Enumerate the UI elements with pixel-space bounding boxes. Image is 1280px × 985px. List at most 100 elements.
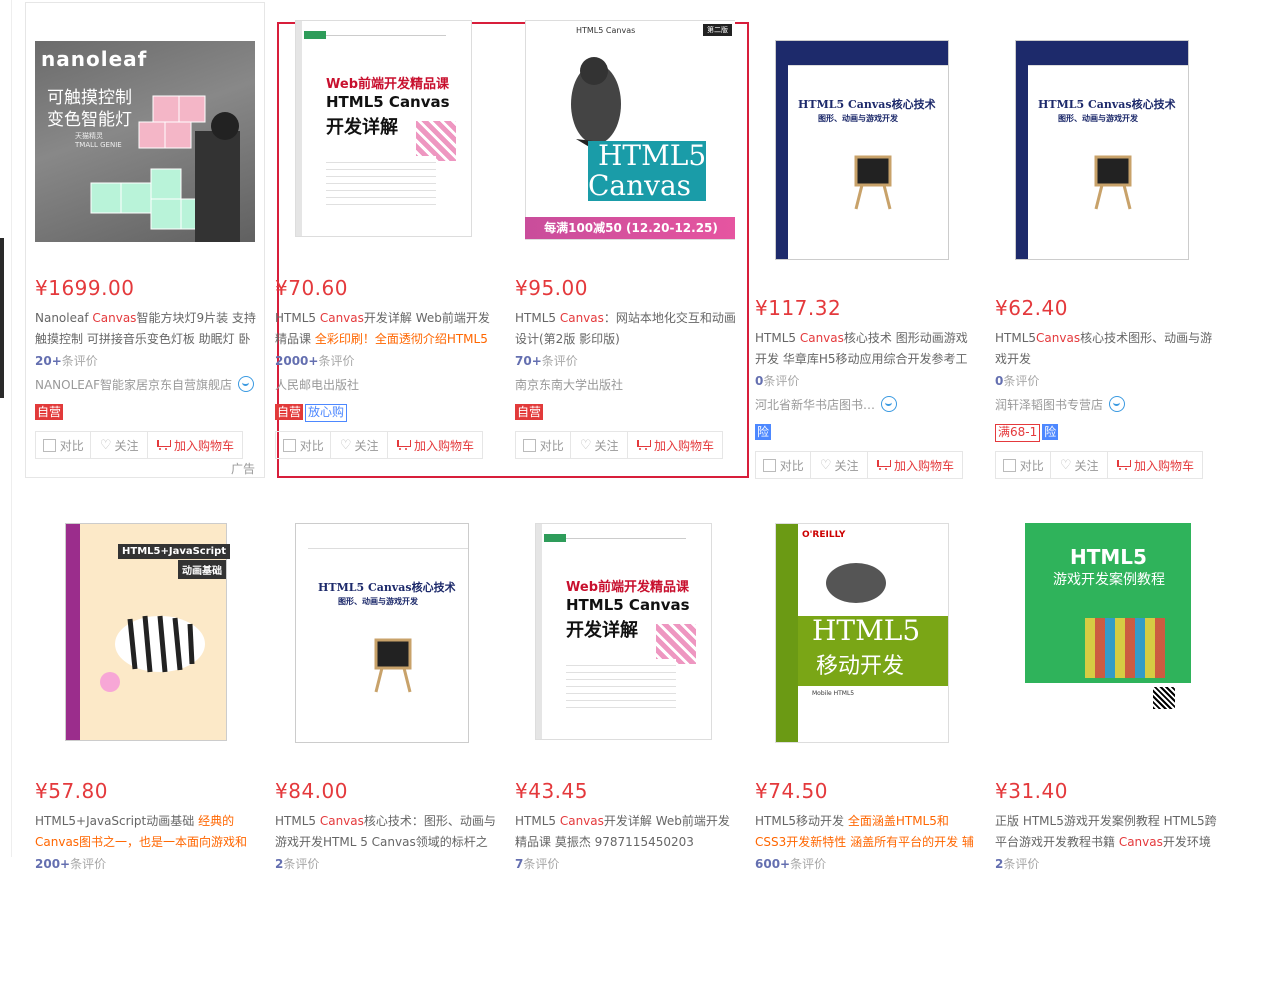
follow-label: 关注 [354,438,379,453]
keyword-highlight: Canvas [799,331,844,345]
add-to-cart-button[interactable]: 加入购物车 [388,432,482,458]
product-card[interactable]: nanoleaf 可触摸控制 变色智能灯 天猫精灵 TMALL GENIE ¥1… [25,2,265,478]
product-card-content: Web前端开发精品课 HTML5 Canvas 开发详解 ¥43.45 HTML… [505,505,745,985]
add-to-cart-button[interactable]: 加入购物车 [628,432,722,458]
cover-title-2: 游戏开发案例教程 [1053,572,1165,588]
cover-bullet-list [566,659,676,709]
product-image[interactable]: HTML5 Canvas 第二版 HTML5 Canvas 每满100减50 (… [525,20,735,240]
product-image[interactable]: HTML5 Canvas核心技术 图形、动画与游戏开发 [775,40,949,260]
compare-button[interactable]: 对比 [756,452,812,478]
comment-count[interactable]: 2000+条评价 [275,352,354,369]
qr-code-icon [1153,687,1175,709]
card-actions: 对比 ♡ 关注 加入购物车 [995,451,1203,479]
comment-count[interactable]: 600+条评价 [755,855,826,872]
product-image[interactable]: O'REILLY HTML5 移动开发 Mobile HTML5 [775,523,949,743]
product-thumbnail[interactable]: HTML5 Canvas核心技术 图形、动画与游戏开发 [755,40,975,262]
product-card-content: nanoleaf 可触摸控制 变色智能灯 天猫精灵 TMALL GENIE ¥1… [25,2,265,482]
shop-name: 润轩泽韬图书专营店 [995,398,1104,412]
compare-button[interactable]: 对比 [516,432,572,458]
name-text: HTML5 [995,331,1037,345]
cart-label: 加入购物车 [653,438,714,453]
cart-icon [636,439,651,451]
product-image[interactable]: HTML5 游戏开发案例教程 [1025,523,1191,739]
comment-count[interactable]: 0条评价 [995,372,1039,389]
chat-icon[interactable] [1109,396,1126,412]
compare-button[interactable]: 对比 [276,432,332,458]
product-image[interactable]: HTML5 Canvas核心技术 图形、动画与游戏开发 [1015,40,1189,260]
cart-icon [1116,459,1131,471]
product-thumbnail[interactable]: HTML5 Canvas 第二版 HTML5 Canvas 每满100减50 (… [515,20,735,242]
follow-button[interactable]: ♡ 关注 [571,432,628,458]
cover-spine [776,524,798,742]
product-card[interactable]: HTML5 Canvas核心技术 图形、动画与游戏开发 ¥62.40 HTML5… [985,22,1225,502]
product-name-link[interactable]: HTML5移动开发 全面涵盖HTML5和CSS3开发新特性 涵盖所有平台的开发 … [755,811,977,853]
promo-text: 全彩印刷！全面透彻介绍HTML5 [314,332,488,346]
product-thumbnail[interactable]: HTML5 游戏开发案例教程 [995,523,1215,745]
product-image[interactable]: HTML5+JavaScript 动画基础 [65,523,231,741]
product-image[interactable]: nanoleaf 可触摸控制 变色智能灯 天猫精灵 TMALL GENIE [35,41,255,242]
product-thumbnail[interactable]: Web前端开发精品课 HTML5 Canvas 开发详解 [275,20,495,242]
compare-label: 对比 [539,438,564,453]
product-card[interactable]: O'REILLY HTML5 移动开发 Mobile HTML5 ¥74.50 … [745,505,985,985]
product-card[interactable]: Web前端开发精品课 HTML5 Canvas 开发详解 ¥43.45 HTML… [505,505,745,985]
product-card[interactable]: HTML5 Canvas核心技术 图形、动画与游戏开发 ¥84.00 HTML5… [265,505,505,985]
shop-name-link[interactable]: 人民邮电出版社 [275,376,359,393]
add-to-cart-button[interactable]: 加入购物车 [148,432,242,458]
comment-label: 条评价 [318,354,355,368]
comment-number: 70+ [515,354,542,368]
product-name-link[interactable]: HTML5Canvas核心技术图形、动画与游戏开发 [995,328,1217,370]
comment-count[interactable]: 2条评价 [275,855,319,872]
product-image[interactable]: Web前端开发精品课 HTML5 Canvas 开发详解 [535,523,712,740]
product-name-link[interactable]: HTML5 Canvas：网站本地化交互和动画设计(第2版 影印版) [515,308,737,350]
chat-icon[interactable] [881,396,898,412]
shop-name-link[interactable]: 南京东南大学出版社 [515,376,623,393]
comment-number: 7 [515,857,524,871]
shop-name-link[interactable]: 润轩泽韬图书专营店 [995,396,1126,413]
product-name-link[interactable]: 正版 HTML5游戏开发案例教程 HTML5跨平台游戏开发教程书籍 Canvas… [995,811,1217,853]
product-image[interactable]: Web前端开发精品课 HTML5 Canvas 开发详解 [295,20,472,237]
checkbox-icon [42,438,56,452]
service-tags: 满68-1 险 [995,424,1060,442]
comment-count[interactable]: 200+条评价 [35,855,106,872]
follow-button[interactable]: ♡ 关注 [811,452,868,478]
comment-count[interactable]: 2条评价 [995,855,1039,872]
comment-label: 条评价 [1003,857,1040,871]
product-card[interactable]: HTML5+JavaScript 动画基础 ¥57.80 HTML5+JavaS… [25,505,265,985]
comment-count[interactable]: 0条评价 [755,372,799,389]
product-thumbnail[interactable]: HTML5 Canvas核心技术 图形、动画与游戏开发 [275,523,495,745]
comment-count[interactable]: 20+条评价 [35,352,98,369]
product-name-link[interactable]: HTML5 Canvas核心技术：图形、动画与游戏开发HTML 5 Canvas… [275,811,497,853]
follow-button[interactable]: ♡ 关注 [331,432,388,458]
product-thumbnail[interactable]: HTML5 Canvas核心技术 图形、动画与游戏开发 [995,40,1215,262]
product-thumbnail[interactable]: O'REILLY HTML5 移动开发 Mobile HTML5 [755,523,975,745]
product-card[interactable]: Web前端开发精品课 HTML5 Canvas 开发详解 ¥70.60 HTML… [275,20,749,478]
comment-count[interactable]: 70+条评价 [515,352,578,369]
product-name-link[interactable]: Nanoleaf Canvas智能方块灯9片装 支持触摸控制 可拼接音乐变色灯板… [35,308,257,350]
add-to-cart-button[interactable]: 加入购物车 [868,452,962,478]
product-card[interactable]: HTML5 游戏开发案例教程 ¥31.40 正版 HTML5游戏开发案例教程 H… [985,505,1225,985]
product-card-content: HTML5 游戏开发案例教程 ¥31.40 正版 HTML5游戏开发案例教程 H… [985,505,1225,985]
cover-series: Web前端开发精品课 [566,580,689,595]
shop-name-link[interactable]: NANOLEAF智能家居京东自营旗舰店 [35,376,254,393]
shop-name-link[interactable]: 河北省新华书店图书… [755,396,898,413]
product-name-link[interactable]: HTML5 Canvas开发详解 Web前端开发精品课 莫振杰 97871154… [515,811,737,853]
comment-number: 2 [995,857,1004,871]
follow-button[interactable]: ♡ 关注 [1051,452,1108,478]
product-thumbnail[interactable]: HTML5+JavaScript 动画基础 [35,523,255,745]
product-thumbnail[interactable]: Web前端开发精品课 HTML5 Canvas 开发详解 [515,523,735,745]
product-name-link[interactable]: HTML5 Canvas开发详解 Web前端开发精品课 全彩印刷！全面透彻介绍H… [275,308,497,350]
cover-spine [66,524,80,740]
cover-side-band [1016,41,1028,259]
compare-button[interactable]: 对比 [996,452,1052,478]
add-to-cart-button[interactable]: 加入购物车 [1108,452,1202,478]
compare-button[interactable]: 对比 [36,432,92,458]
product-name-link[interactable]: HTML5 Canvas核心技术 图形动画游戏开发 华章库H5移动应用综合开发参… [755,328,977,370]
product-image[interactable]: HTML5 Canvas核心技术 图形、动画与游戏开发 [295,523,469,743]
product-card[interactable]: HTML5 Canvas核心技术 图形、动画与游戏开发 ¥117.32 HTML… [745,22,985,502]
follow-button[interactable]: ♡ 关注 [91,432,148,458]
cover-title: HTML5 Canvas核心技术 [1038,98,1176,111]
product-name-link[interactable]: HTML5+JavaScript动画基础 经典的Canvas图书之一，也是一本面… [35,811,257,853]
chat-icon[interactable] [238,376,254,392]
product-thumbnail[interactable]: nanoleaf 可触摸控制 变色智能灯 天猫精灵 TMALL GENIE [35,20,255,242]
comment-count[interactable]: 7条评价 [515,855,559,872]
